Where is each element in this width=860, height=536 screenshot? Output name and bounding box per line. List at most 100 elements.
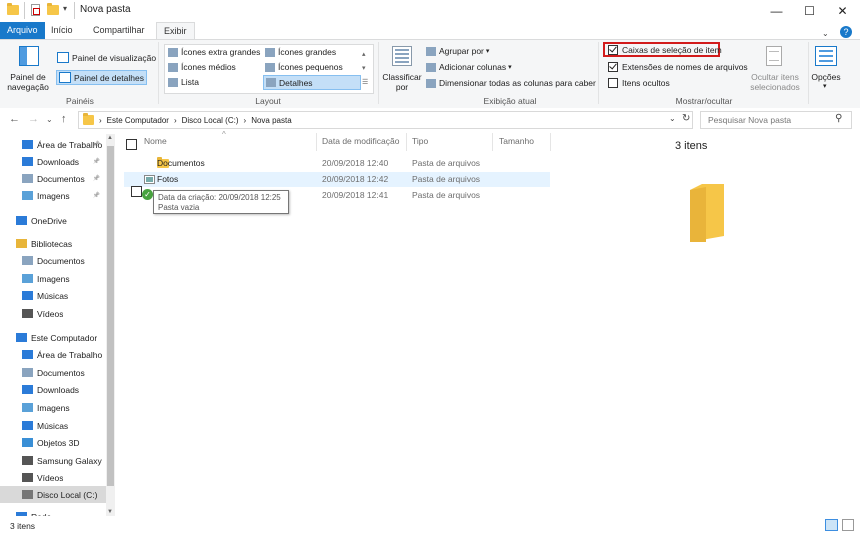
breadcrumb-disco-local[interactable]: Disco Local (C:): [182, 116, 239, 125]
pin-icon[interactable]: 📌: [93, 158, 100, 165]
file-type: Pasta de arquivos: [412, 174, 481, 184]
file-name[interactable]: Documentos: [157, 158, 205, 168]
nav-scrollbar[interactable]: ▲ ▼: [106, 134, 115, 516]
drive-icon: [22, 490, 33, 499]
divider: [74, 2, 75, 19]
sort-by-icon[interactable]: [392, 46, 412, 66]
scroll-up-icon[interactable]: ▲: [107, 135, 113, 141]
nav-item[interactable]: Imagens 📌: [0, 187, 106, 204]
nav-item[interactable]: Imagens: [0, 399, 106, 416]
ocultar-itens-button[interactable]: Ocultar itens selecionados: [748, 72, 802, 92]
dimensionar-button[interactable]: Dimensionar todas as colunas para caber: [426, 78, 596, 88]
breadcrumb-este-computador[interactable]: Este Computador: [107, 116, 169, 125]
pictures-icon: [22, 403, 33, 412]
column-header-nome[interactable]: Nome: [144, 136, 167, 146]
tab-exibir[interactable]: Exibir: [156, 22, 195, 40]
status-bar: [0, 516, 860, 536]
nav-item[interactable]: Downloads: [0, 381, 106, 398]
nav-item[interactable]: Músicas: [0, 287, 106, 304]
quick-access-dropdown-icon[interactable]: ▾: [63, 4, 67, 13]
help-icon[interactable]: ?: [840, 26, 852, 38]
maximize-button[interactable]: ☐: [793, 0, 826, 22]
nav-item[interactable]: Área de Trabalho: [0, 346, 106, 363]
nav-item[interactable]: Samsung Galaxy: [0, 452, 106, 469]
properties-icon[interactable]: [31, 4, 40, 16]
caixas-selecao-checkbox[interactable]: Caixas de seleção de item: [608, 45, 722, 55]
new-folder-icon[interactable]: [47, 3, 59, 15]
onedrive-icon: [16, 216, 27, 225]
select-all-checkbox[interactable]: [126, 139, 137, 150]
dropdown-icon[interactable]: ▾: [823, 82, 827, 90]
extensoes-checkbox[interactable]: Extensões de nomes de arquivos: [608, 62, 748, 72]
nav-item[interactable]: Downloads 📌: [0, 153, 106, 170]
painel-visualizacao-button[interactable]: Painel de visualização: [57, 52, 156, 63]
column-separator[interactable]: [550, 133, 551, 151]
nav-item[interactable]: Documentos: [0, 364, 106, 381]
close-button[interactable]: ✕: [826, 0, 859, 22]
layout-icones-extra-grandes[interactable]: Ícones extra grandes: [168, 47, 260, 57]
layout-lista[interactable]: Lista: [168, 77, 199, 87]
pictures-icon: [22, 191, 33, 200]
scroll-thumb[interactable]: [107, 146, 114, 486]
ribbon-collapse-icon[interactable]: ⌄: [822, 29, 829, 38]
nav-item[interactable]: Este Computador: [0, 329, 106, 346]
layout-icones-medios[interactable]: Ícones médios: [168, 62, 236, 72]
itens-ocultos-checkbox[interactable]: Itens ocultos: [608, 78, 670, 88]
nav-item[interactable]: Documentos 📌: [0, 170, 106, 187]
scroll-down-icon[interactable]: ▼: [107, 509, 113, 515]
row-checkbox[interactable]: [131, 186, 142, 197]
nav-item[interactable]: Bibliotecas: [0, 235, 106, 252]
agrupar-button[interactable]: Agrupar por ▾: [426, 46, 489, 56]
nav-item[interactable]: Objetos 3D: [0, 434, 106, 451]
minimize-button[interactable]: —: [760, 0, 793, 22]
nav-item[interactable]: Vídeos: [0, 469, 106, 486]
painel-detalhes-button[interactable]: Painel de detalhes: [56, 70, 147, 85]
search-icon[interactable]: ⚲: [835, 113, 842, 124]
tab-inicio[interactable]: Início: [44, 22, 80, 39]
nav-item[interactable]: OneDrive: [0, 212, 106, 229]
nav-item[interactable]: Imagens: [0, 270, 106, 287]
pin-icon[interactable]: 📌: [93, 175, 100, 182]
breadcrumb-separator: ›: [99, 116, 102, 125]
nav-item-label: Músicas: [37, 420, 69, 431]
music-icon: [22, 291, 33, 300]
nav-item[interactable]: Documentos: [0, 252, 106, 269]
nav-item[interactable]: Músicas: [0, 417, 106, 434]
recent-locations-dropdown[interactable]: ⌄: [46, 115, 53, 124]
file-name[interactable]: Fotos: [157, 174, 178, 184]
pin-icon[interactable]: 📌: [93, 192, 100, 199]
nav-item[interactable]: Área de Trabalho 📌: [0, 136, 106, 153]
painel-navegacao-button[interactable]: Painel de navegação: [6, 72, 50, 92]
pin-icon[interactable]: 📌: [93, 141, 100, 148]
column-separator[interactable]: [406, 133, 407, 151]
column-header-tamanho[interactable]: Tamanho: [499, 136, 534, 146]
up-button[interactable]: ↑: [61, 113, 67, 125]
column-header-tipo[interactable]: Tipo: [412, 136, 428, 146]
layout-detalhes[interactable]: Detalhes: [263, 75, 361, 90]
group-separator: [808, 42, 809, 104]
large-icons-view-icon[interactable]: [842, 519, 854, 531]
breadcrumb-nova-pasta[interactable]: Nova pasta: [251, 116, 291, 125]
address-dropdown-icon[interactable]: ⌄: [669, 114, 676, 123]
layout-icones-pequenos[interactable]: Ícones pequenos: [265, 62, 343, 72]
classificar-button[interactable]: Classificar por: [380, 72, 424, 92]
column-separator[interactable]: [492, 133, 493, 151]
documents-icon: [22, 174, 33, 183]
back-button[interactable]: ←: [9, 113, 20, 125]
tab-arquivo[interactable]: Arquivo: [0, 22, 45, 39]
column-separator[interactable]: [316, 133, 317, 151]
refresh-icon[interactable]: ↻: [682, 113, 690, 124]
painel-visualizacao-label: Painel de visualização: [72, 52, 157, 63]
opcoes-button[interactable]: Opções: [810, 72, 842, 82]
details-view-icon[interactable]: [825, 519, 838, 531]
nav-item[interactable]: Vídeos: [0, 305, 106, 322]
adicionar-colunas-button[interactable]: Adicionar colunas ▾: [426, 62, 512, 72]
column-header-data[interactable]: Data de modificação: [322, 136, 400, 146]
tab-compartilhar[interactable]: Compartilhar: [86, 22, 152, 39]
navigation-pane-icon[interactable]: [19, 46, 39, 66]
nav-item[interactable]: Disco Local (C:): [0, 486, 106, 503]
layout-icones-grandes[interactable]: Ícones grandes: [265, 47, 336, 57]
layout-gallery-scroll[interactable]: ▴ ▾ ☰: [362, 48, 368, 90]
options-icon[interactable]: [815, 46, 837, 66]
forward-button[interactable]: →: [28, 113, 39, 125]
